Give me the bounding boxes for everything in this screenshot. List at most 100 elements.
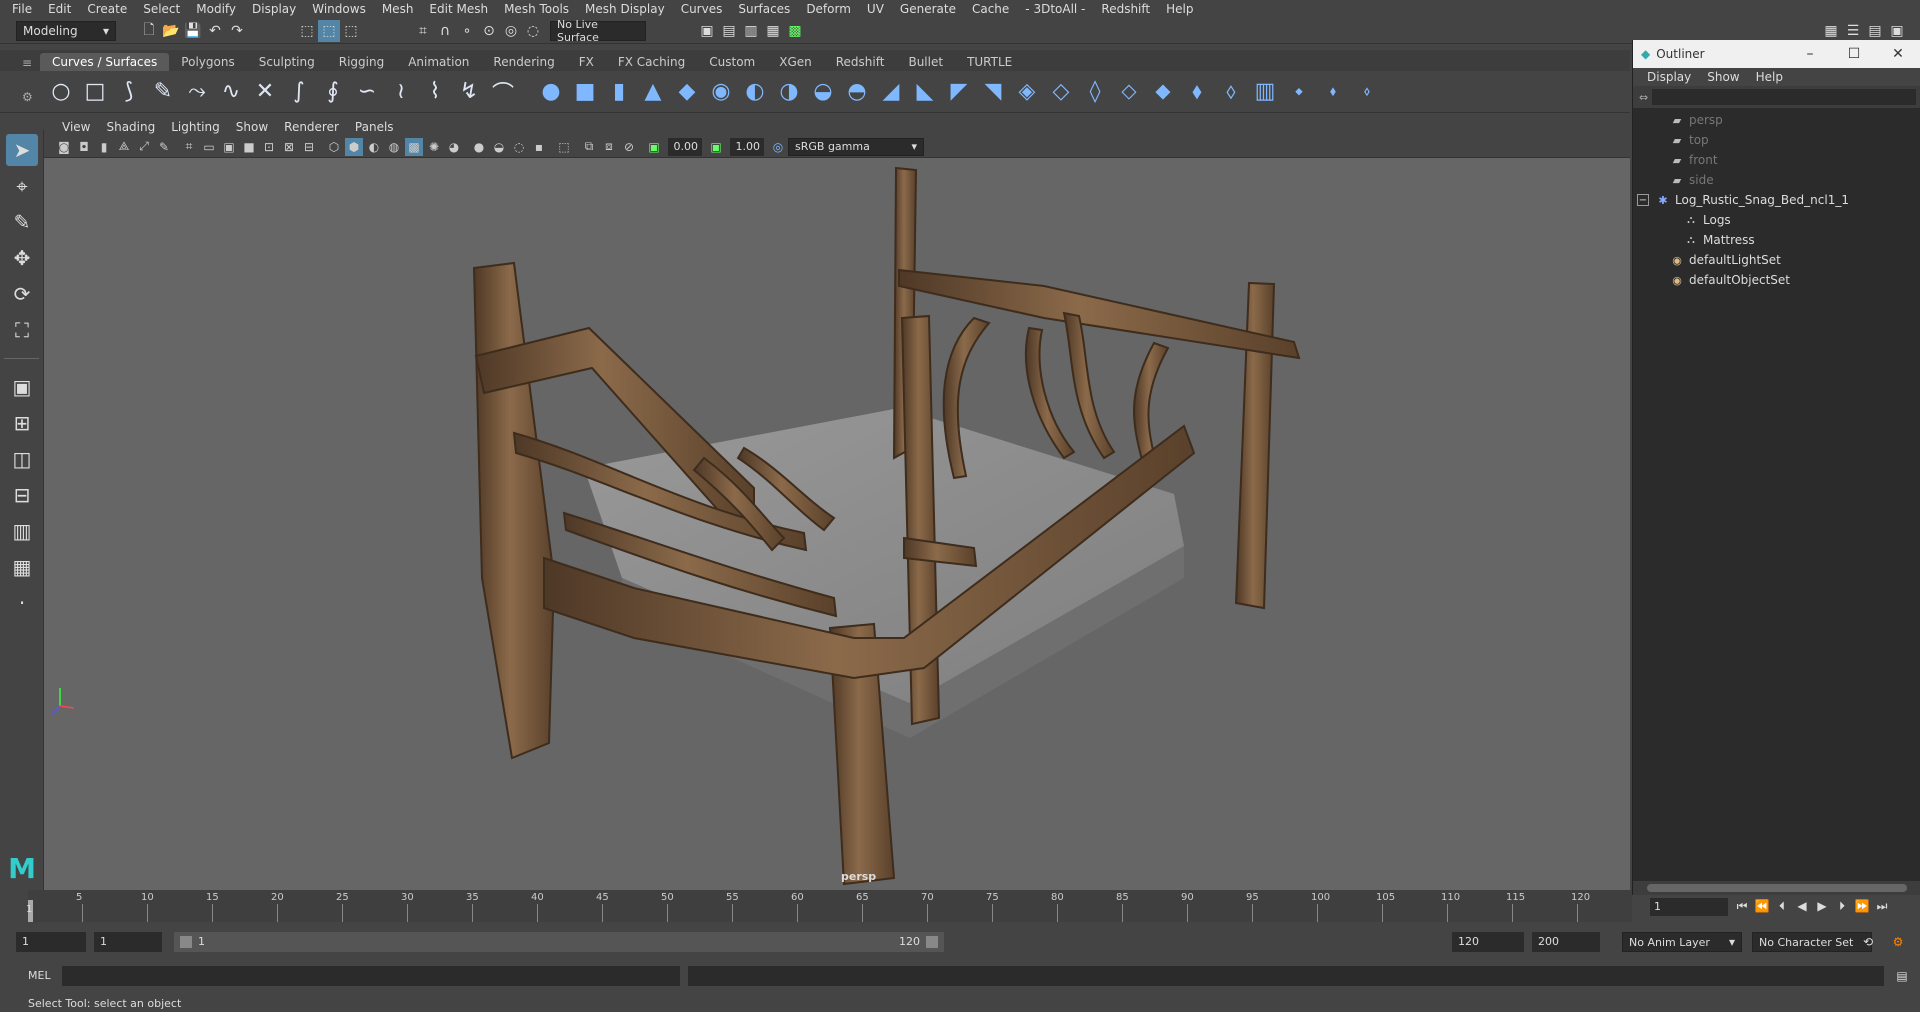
shelf-tab[interactable]: Custom (697, 53, 767, 71)
lights-icon[interactable]: ✺ (425, 138, 443, 156)
untrim-icon[interactable]: ⬦ (1113, 76, 1145, 108)
menu-item[interactable]: Create (79, 2, 135, 16)
motion-blur-icon[interactable]: ◒ (490, 138, 508, 156)
shelf-tab[interactable]: Rigging (327, 53, 396, 71)
birail-icon[interactable]: ◢ (875, 76, 907, 108)
persp-graph-icon[interactable]: ▥ (6, 515, 38, 547)
outliner-menu-item[interactable]: Help (1748, 70, 1791, 84)
end-time-field[interactable]: 200 (1532, 932, 1600, 952)
shelf-tab[interactable]: Polygons (169, 53, 246, 71)
xray-active-icon[interactable]: ⧈ (600, 138, 618, 156)
snap-view-icon[interactable]: ⊙ (478, 20, 500, 42)
offset-curve-icon[interactable]: ≀ (385, 76, 417, 108)
menu-item[interactable]: Help (1158, 2, 1201, 16)
nurbs-plane-icon[interactable]: ◆ (671, 76, 703, 108)
color-management-icon[interactable]: ◎ (769, 138, 787, 156)
script-editor-icon[interactable]: ▤ (1892, 966, 1912, 986)
single-pane-icon[interactable]: ▣ (6, 371, 38, 403)
nurbs-circle-icon[interactable]: ○ (45, 76, 77, 108)
wireframe-on-shaded-icon[interactable]: ◍ (385, 138, 403, 156)
shelf-settings-icon[interactable]: ⚙ (22, 90, 33, 104)
script-language-toggle[interactable]: MEL (28, 969, 51, 982)
cv-curve-icon[interactable]: ⟆ (113, 76, 145, 108)
viewport-menu-item[interactable]: Shading (98, 120, 163, 134)
shelf-menu-icon[interactable]: ≡ (22, 56, 32, 70)
layout-icon[interactable]: ▦ (1820, 20, 1842, 42)
ep-curve-icon[interactable]: ⤳ (181, 76, 213, 108)
viewport-menu-item[interactable]: Show (228, 120, 276, 134)
shadows-icon[interactable]: ◕ (445, 138, 463, 156)
safe-title-icon[interactable]: ⊟ (300, 138, 318, 156)
reverse-curve-icon[interactable]: ↯ (453, 76, 485, 108)
shelf-tab[interactable]: FX Caching (606, 53, 697, 71)
step-forward-frame-icon[interactable]: ⏵ (1832, 896, 1852, 916)
camera-select-icon[interactable]: ◙ (55, 138, 73, 156)
menu-item[interactable]: - 3DtoAll - (1017, 2, 1093, 16)
menu-item[interactable]: Cache (964, 2, 1017, 16)
grease-pencil-icon[interactable]: ✎ (155, 138, 173, 156)
render-settings-icon[interactable]: ▥ (740, 20, 762, 42)
range-end-handle[interactable] (926, 936, 938, 948)
play-forward-icon[interactable]: ▶ (1812, 896, 1832, 916)
bezier-icon[interactable]: ✕ (249, 76, 281, 108)
persp-outliner-icon[interactable]: ▦ (6, 551, 38, 583)
menu-item[interactable]: Mesh Display (577, 2, 673, 16)
go-to-end-icon[interactable]: ⏭ (1872, 896, 1892, 916)
snap-grid-icon[interactable]: ⌗ (412, 20, 434, 42)
detach-surface-icon[interactable]: ⬧ (1181, 76, 1213, 108)
stacked-pane-icon[interactable]: ⊟ (6, 479, 38, 511)
outliner-scrollbar[interactable] (1633, 881, 1920, 895)
gamma-field[interactable]: 1.00 (730, 137, 764, 156)
safe-action-icon[interactable]: ⊠ (280, 138, 298, 156)
outliner-row[interactable]: ▰ front (1633, 150, 1920, 170)
shelf-tab[interactable]: Curves / Surfaces (40, 53, 170, 71)
rotate-tool-icon[interactable]: ⟳ (6, 278, 38, 310)
go-to-start-icon[interactable]: ⏮ (1732, 896, 1752, 916)
save-scene-icon[interactable]: 💾 (182, 20, 204, 42)
paint-select-icon[interactable]: ✎ (6, 206, 38, 238)
viewport-menu-item[interactable]: View (54, 120, 98, 134)
depth-of-field-icon[interactable]: ▪ (530, 138, 548, 156)
shelf-tab[interactable]: Sculpting (247, 53, 327, 71)
playback-end-field[interactable]: 120 (1452, 932, 1524, 952)
outliner-row[interactable]: ⛬ Logs (1633, 210, 1920, 230)
range-slider[interactable]: 1 120 (174, 932, 944, 952)
side-by-side-icon[interactable]: ◫ (6, 443, 38, 475)
menu-item[interactable]: Edit Mesh (421, 2, 496, 16)
attribute-editor-icon[interactable]: ☰ (1842, 20, 1864, 42)
xray-joints-icon[interactable]: ⊘ (620, 138, 638, 156)
default-material-icon[interactable]: ◐ (365, 138, 383, 156)
snap-curve-icon[interactable]: ∩ (434, 20, 456, 42)
snap-surface-icon[interactable]: ◎ (500, 20, 522, 42)
outliner-menu-item[interactable]: Show (1699, 70, 1747, 84)
redshift-icon[interactable]: ▩ (784, 20, 806, 42)
attach-surface-icon[interactable]: ⬥ (1147, 76, 1179, 108)
detach-curve-icon[interactable]: ∮ (317, 76, 349, 108)
viewport-menu-item[interactable]: Lighting (163, 120, 228, 134)
extend-surface-icon[interactable]: ⬩ (1283, 76, 1315, 108)
minimize-icon[interactable]: – (1788, 46, 1832, 62)
anim-prefs-icon[interactable]: ⚙ (1888, 932, 1908, 952)
shelf-tab[interactable]: TURTLE (955, 53, 1024, 71)
field-chart-icon[interactable]: ⊡ (260, 138, 278, 156)
color-space-dropdown[interactable]: sRGB gamma ▾ (788, 137, 924, 156)
menu-item[interactable]: Redshift (1093, 2, 1158, 16)
film-gate-icon[interactable]: ▭ (200, 138, 218, 156)
shelf-tab[interactable]: XGen (767, 53, 824, 71)
wireframe-icon[interactable]: ⬡ (325, 138, 343, 156)
pencil-curve-icon[interactable]: ✎ (147, 76, 179, 108)
extend-curve-icon[interactable]: ∽ (351, 76, 383, 108)
menu-item[interactable]: Surfaces (730, 2, 798, 16)
snap-point-icon[interactable]: ∘ (456, 20, 478, 42)
step-back-key-icon[interactable]: ⏪ (1752, 896, 1772, 916)
scale-tool-icon[interactable]: ⛶ (6, 314, 38, 346)
nurbs-cube-icon[interactable]: ■ (569, 76, 601, 108)
time-slider[interactable]: 1 5 10 15 20 25 30 35 40 45 50 55 60 65 70 75 80 85 90 95 1… (0, 890, 1632, 922)
revolve-icon[interactable]: ◐ (739, 76, 771, 108)
project-curve-icon[interactable]: ◇ (1045, 76, 1077, 108)
nurbs-cylinder-icon[interactable]: ▮ (603, 76, 635, 108)
bookmark-icon[interactable]: ▮ (95, 138, 113, 156)
toolbox-more-icon[interactable]: · (6, 587, 38, 619)
exposure-field[interactable]: 0.00 (668, 137, 702, 156)
menu-item[interactable]: Edit (40, 2, 79, 16)
